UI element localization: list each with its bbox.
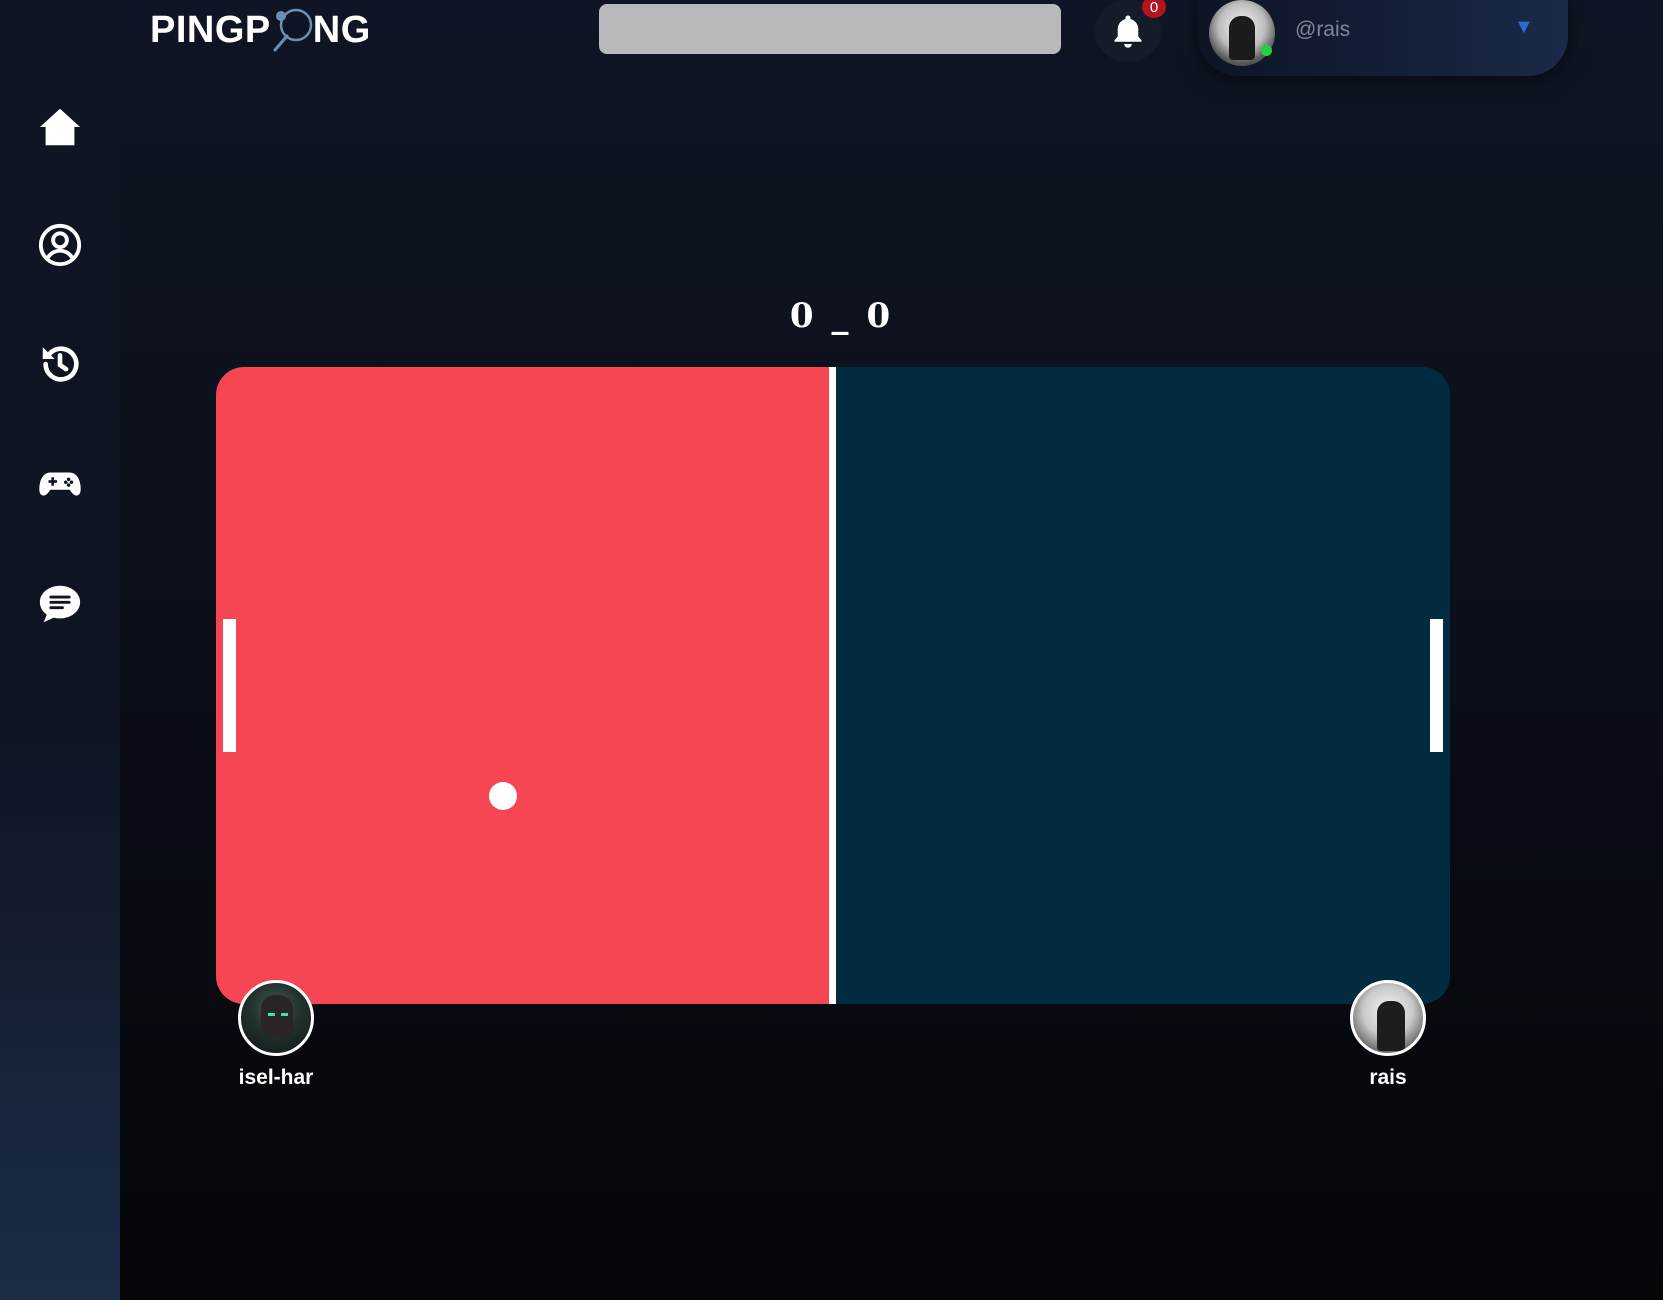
online-status-indicator xyxy=(1261,45,1272,56)
left-paddle xyxy=(223,619,236,752)
avatar-eye xyxy=(268,1013,275,1016)
scoreboard: 0 _ 0 xyxy=(760,286,920,336)
user-menu[interactable]: @rais ▼ xyxy=(1198,0,1568,76)
avatar-face xyxy=(261,995,293,1037)
sidebar xyxy=(0,0,120,1300)
history-icon xyxy=(42,346,79,382)
score-separator: _ xyxy=(831,296,849,336)
player-left-avatar xyxy=(238,980,314,1056)
score-right: 0 xyxy=(866,296,891,336)
notification-count-badge: 0 xyxy=(1142,0,1166,18)
center-net xyxy=(829,367,836,1004)
sidebar-item-home[interactable] xyxy=(32,99,88,155)
user-handle: @rais xyxy=(1295,18,1351,41)
avatar-eye xyxy=(281,1013,288,1016)
player-right-avatar xyxy=(1350,980,1426,1056)
board-left-half xyxy=(216,367,830,1004)
profile-icon xyxy=(38,223,82,267)
app-logo[interactable]: PINGP NG xyxy=(150,6,371,54)
player-right: rais xyxy=(1328,980,1448,1090)
avatar-figure xyxy=(1377,1001,1405,1051)
chevron-down-icon[interactable]: ▼ xyxy=(1514,16,1534,39)
chat-icon xyxy=(39,585,81,623)
game-board[interactable] xyxy=(216,367,1450,1004)
player-left-name: isel-har xyxy=(238,1066,314,1089)
score-left: 0 xyxy=(789,296,814,336)
sidebar-item-game[interactable] xyxy=(32,456,88,512)
sidebar-item-profile[interactable] xyxy=(32,217,88,273)
app-root: PINGP NG 0 @rais ▼ 0 _ 0 isel-har rais xyxy=(0,0,1663,1300)
logo-text-suffix: NG xyxy=(312,8,371,51)
logo-text-prefix: PINGP xyxy=(150,8,271,51)
ball xyxy=(489,782,517,810)
bell-icon xyxy=(1114,15,1142,48)
player-left: isel-har xyxy=(216,980,336,1090)
right-paddle xyxy=(1430,619,1443,752)
player-right-name: rais xyxy=(1369,1066,1407,1089)
home-icon xyxy=(39,108,81,146)
ping-pong-paddle-icon xyxy=(273,8,312,52)
user-avatar xyxy=(1209,0,1275,66)
search-input[interactable] xyxy=(599,4,1061,54)
avatar-figure xyxy=(1229,16,1255,60)
game-controller-icon xyxy=(39,472,81,496)
sidebar-item-chat[interactable] xyxy=(32,576,88,632)
sidebar-item-history[interactable] xyxy=(32,336,88,392)
